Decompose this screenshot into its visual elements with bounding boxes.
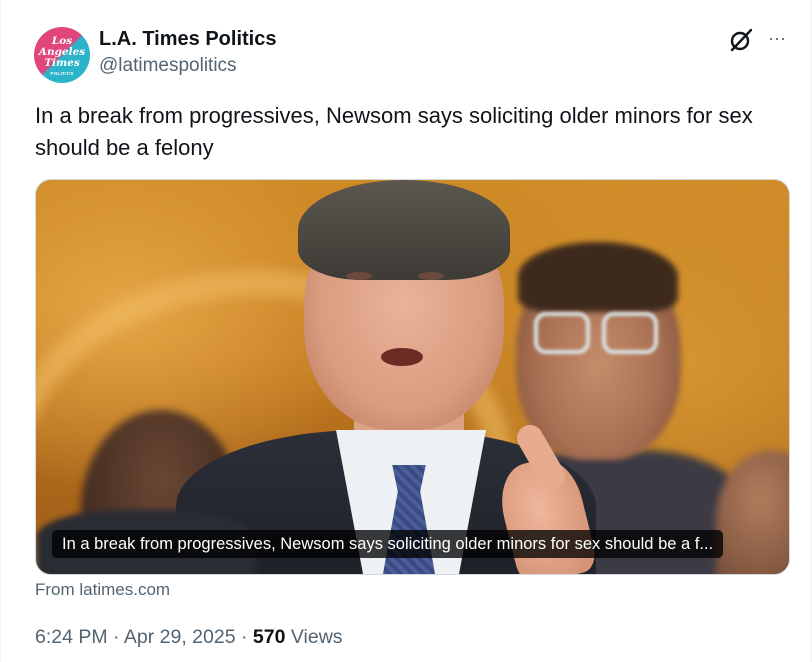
author-handle[interactable]: @latimespolitics — [99, 55, 237, 77]
tweet-date[interactable]: Apr 29, 2025 — [124, 626, 236, 648]
link-source[interactable]: From latimes.com — [35, 580, 170, 600]
tweet-time[interactable]: 6:24 PM — [35, 626, 108, 648]
author-name[interactable]: L.A. Times Politics — [99, 28, 276, 51]
glasses — [534, 312, 660, 358]
avatar-logo: Los Angeles Times — [34, 36, 90, 69]
meta-separator: · — [107, 626, 124, 648]
meta-separator: · — [235, 626, 253, 648]
speaker-mouth — [381, 348, 423, 366]
views-label: Views — [290, 626, 343, 648]
more-icon[interactable]: ··· — [765, 29, 789, 51]
speaker-eye — [346, 272, 372, 280]
views-count: 570 — [252, 626, 286, 648]
avatar[interactable]: Los Angeles Times POLITICS — [34, 27, 90, 83]
avatar-logo-line: Times — [44, 57, 80, 69]
tweet-card: Los Angeles Times POLITICS L.A. Times Po… — [0, 0, 812, 662]
speaker-hair — [298, 180, 510, 280]
link-card-caption[interactable]: In a break from progressives, Newsom say… — [52, 530, 724, 558]
background-person — [716, 450, 789, 574]
grok-icon[interactable] — [728, 27, 754, 53]
link-card-image[interactable]: In a break from progressives, Newsom say… — [35, 179, 790, 575]
tweet-meta: 6:24 PM · Apr 29, 2025 · 570 Views — [35, 626, 343, 649]
avatar-logo-subtext: POLITICS — [50, 71, 74, 76]
tweet-text: In a break from progressives, Newsom say… — [35, 103, 753, 160]
background-person — [518, 242, 678, 312]
speaker-eye — [418, 272, 444, 280]
